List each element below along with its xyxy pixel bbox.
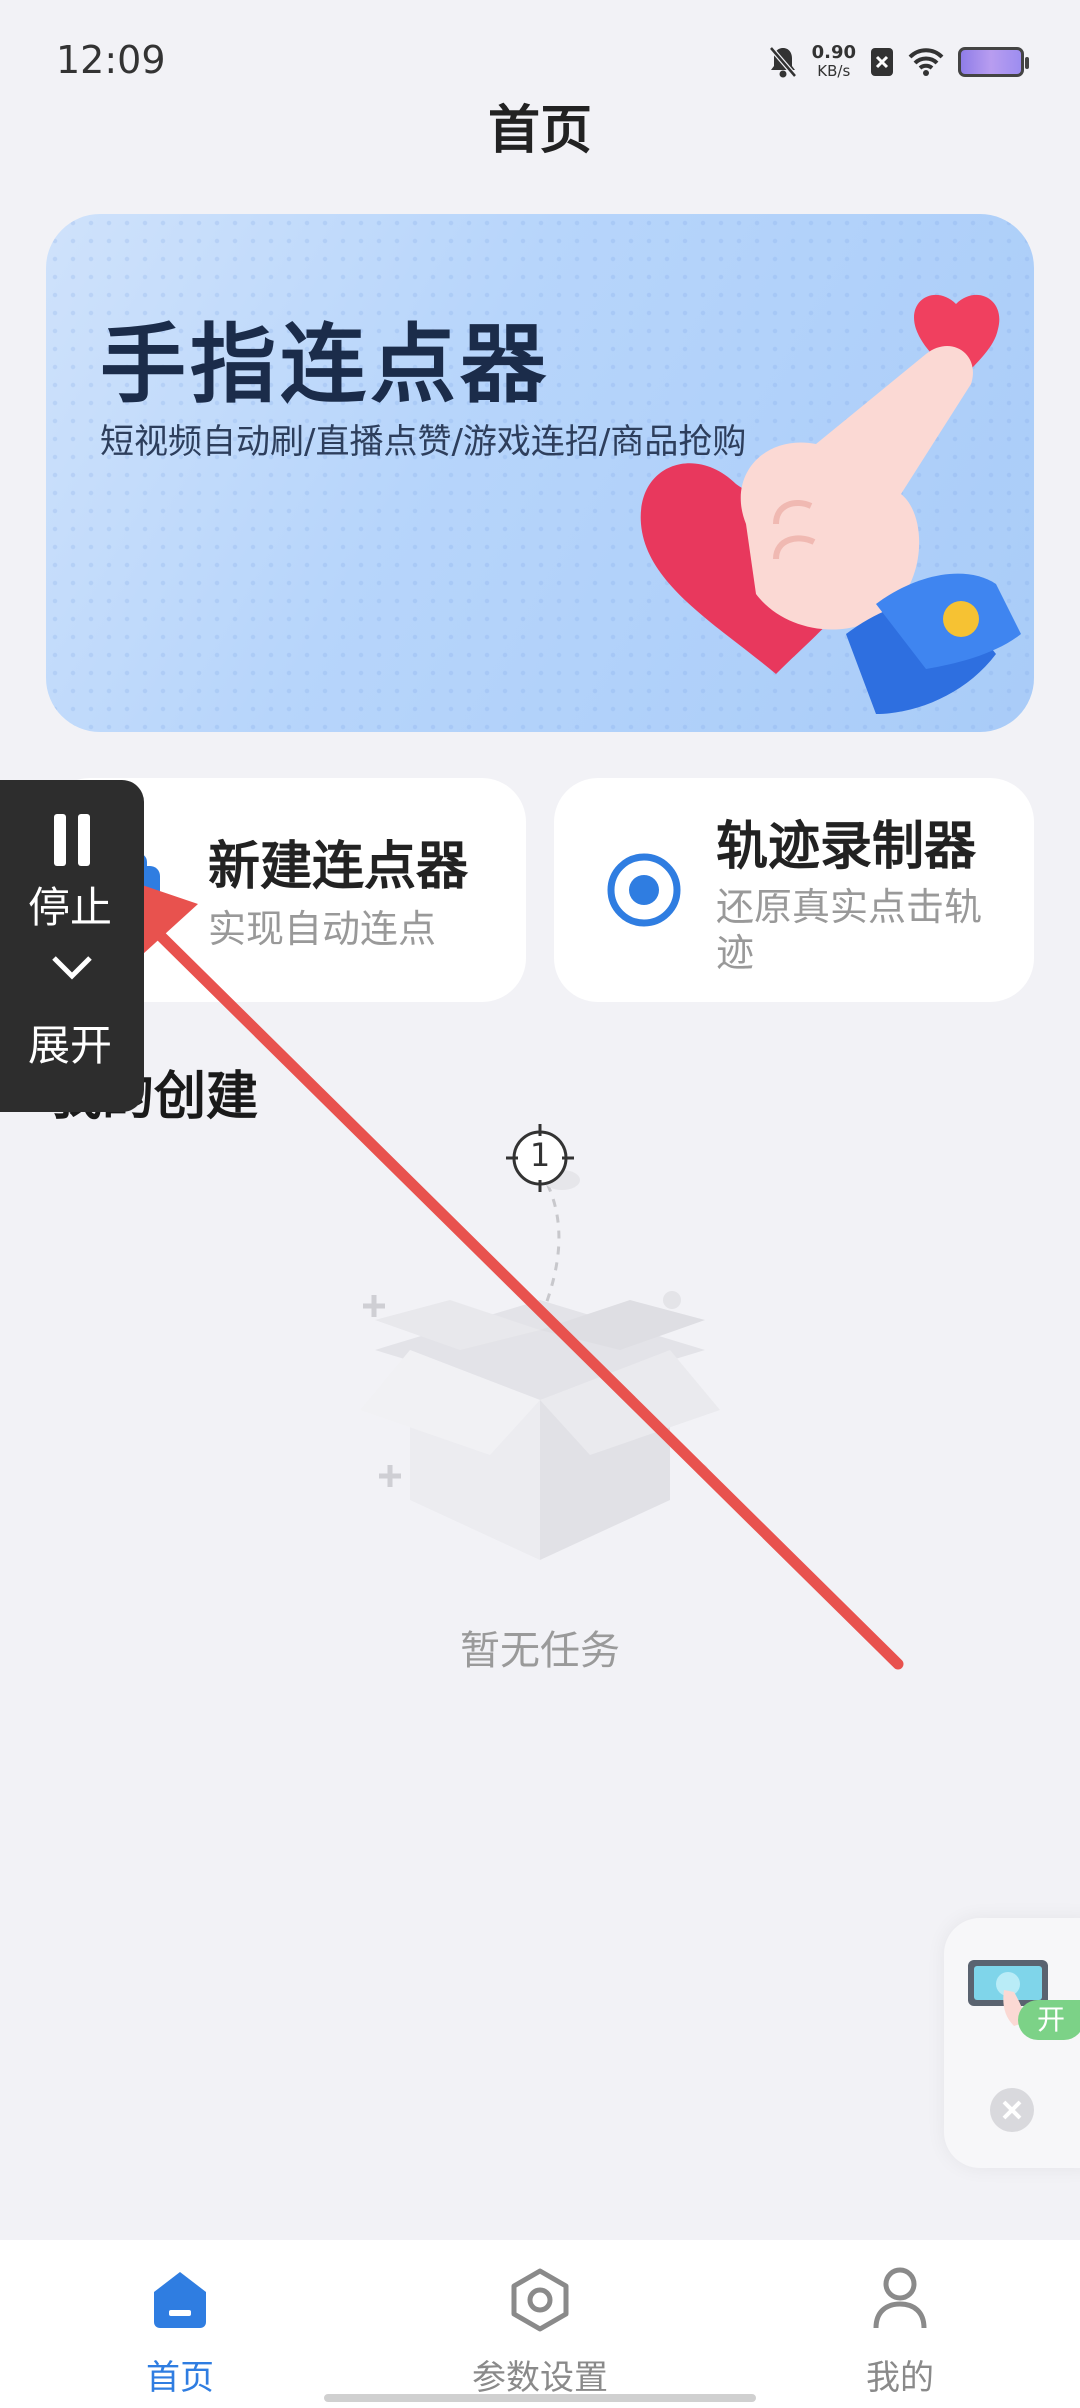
nav-profile-label: 我的 [866,2358,934,2398]
nav-profile[interactable]: 我的 [790,2240,1010,2408]
bottom-navigation: 首页 参数设置 我的 [0,2240,1080,2408]
home-indicator[interactable] [324,2394,756,2402]
nav-settings-label: 参数设置 [472,2358,608,2398]
close-icon[interactable] [988,2086,1036,2134]
pause-icon [54,814,90,866]
nav-home[interactable]: 首页 [70,2240,290,2408]
stop-label: 停止 [28,883,113,932]
home-icon [154,2272,206,2328]
swipe-arrow-overlay [92,868,904,1670]
expand-label: 展开 [28,1021,113,1070]
expand-button[interactable]: 展开 [0,940,144,1110]
chevron-down-icon [52,956,92,980]
nav-settings[interactable]: 参数设置 [430,2240,650,2408]
hexagon-settings-icon [511,2268,569,2332]
floating-shortcut-widget[interactable]: 开 [944,1918,1080,2168]
floating-control-panel: 停止 展开 [0,780,144,1112]
nav-home-label: 首页 [146,2358,214,2398]
user-icon [873,2267,927,2329]
pause-stop-button[interactable]: 停止 [0,780,144,932]
widget-on-badge: 开 [1018,2000,1080,2040]
